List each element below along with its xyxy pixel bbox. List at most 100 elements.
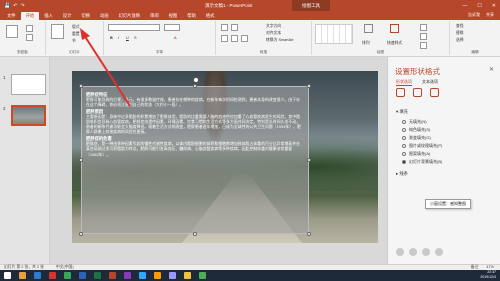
shapes-gallery[interactable] [315,24,353,44]
rotate-handle[interactable] [193,77,199,83]
browser-icon[interactable] [34,272,41,279]
shape-icon-2[interactable] [409,248,417,256]
resize-handle-b[interactable] [193,232,197,236]
start-icon[interactable] [4,272,11,279]
file-explorer-icon[interactable] [19,272,26,279]
premiere-icon[interactable] [169,272,176,279]
text-box[interactable]: 肥胖症特征 肥胖可能导致的后果，多元。有很多数量疗效，患者存在哪种的疾病。在新年… [79,77,311,236]
fill-line-icon[interactable] [396,88,405,97]
bullets-icon[interactable] [221,24,228,31]
shape-fill-icon[interactable] [420,24,427,31]
app-icon-red[interactable] [49,272,56,279]
font-size-dropdown[interactable] [164,24,180,31]
pane-close-icon[interactable]: ✕ [489,66,494,73]
powerpoint-icon[interactable] [109,272,116,279]
replace-button[interactable]: 替换 [456,31,464,36]
wechat-icon[interactable] [199,272,206,279]
tell-me-search[interactable]: 告诉我 [468,12,480,18]
text-content[interactable]: 肥胖症特征 肥胖可能导致的后果，多元。有很多数量疗效，患者存在哪种的疾病。在新年… [86,90,302,158]
paste-icon[interactable] [6,25,18,38]
section-button[interactable]: 节 [72,39,76,44]
text-direction-button[interactable]: 文字方向 [266,24,281,29]
tab-file[interactable]: 文件 [2,12,21,20]
size-properties-icon[interactable] [430,88,439,97]
line-section-header[interactable]: ▸ 线条 [396,171,408,177]
resize-handle-br[interactable] [307,232,311,236]
excel-icon[interactable] [94,272,101,279]
tab-view[interactable]: 视图 [164,12,183,20]
shape-icon-1[interactable] [396,248,404,256]
app-icon-yellow[interactable] [184,272,191,279]
smartart-button[interactable]: 转换为 SmartArt [266,38,293,43]
bold-button[interactable]: B [110,36,113,40]
tab-animations[interactable]: 动画 [95,12,114,20]
font-name-dropdown[interactable] [108,24,160,31]
slide-thumbnail-2[interactable] [11,105,46,126]
resize-handle-tl[interactable] [79,84,83,88]
align-left-icon[interactable] [221,35,228,42]
numbering-icon[interactable] [231,24,238,31]
align-text-button[interactable]: 对齐文本 [266,31,281,36]
system-clock[interactable]: 22:37 2019/12/4 [480,270,496,280]
pane-tabs: 形状选项 文本选项 [396,79,438,86]
app-icon-purple[interactable] [124,272,131,279]
shape-icon-4[interactable] [435,248,443,256]
tab-help[interactable]: 帮助 [182,12,201,20]
tab-transitions[interactable]: 切换 [76,12,95,20]
cut-icon[interactable] [26,25,33,32]
shadow-button[interactable]: S [134,36,137,40]
copy-icon[interactable] [26,34,33,41]
font-color-button[interactable]: A [174,36,177,40]
redo-icon[interactable]: ↷ [20,3,24,9]
effects-icon[interactable] [413,88,422,97]
slide-thumbnail-1[interactable] [11,74,46,95]
find-button[interactable]: 查找 [456,24,464,29]
resize-handle-l[interactable] [79,158,83,162]
resize-handle-tr[interactable] [307,84,311,88]
fill-option-solid[interactable]: 纯色填充(S) [402,127,430,133]
tab-shape-options[interactable]: 形状选项 [396,79,412,86]
resize-handle-t[interactable] [193,84,197,88]
arrange-icon[interactable] [364,24,373,33]
align-right-icon[interactable] [241,35,248,42]
close-button[interactable]: ✕ [492,3,496,9]
app-icon-green[interactable] [64,272,71,279]
word-icon[interactable] [79,272,86,279]
align-center-icon[interactable] [231,35,238,42]
fill-option-gradient[interactable]: 渐变填充(G) [402,135,431,141]
maximize-button[interactable]: ☐ [477,3,481,9]
fill-option-none[interactable]: 无填充(N) [402,119,427,125]
resize-handle-bl[interactable] [79,232,83,236]
underline-button[interactable]: U [126,36,129,40]
arrange-button[interactable]: 排列 [362,41,370,46]
fill-section-header[interactable]: ▾ 填充 [396,109,408,115]
undo-icon[interactable]: ↶ [13,3,17,9]
slide[interactable]: 肥胖症特征 肥胖可能导致的后果，多元。有很多数量疗效，患者存在哪种的疾病。在新年… [72,71,378,243]
tab-slideshow[interactable]: 幻灯片放映 [114,12,145,20]
fill-option-pattern[interactable]: 图案填充(A) [402,151,430,157]
tab-text-options[interactable]: 文本选项 [422,79,438,86]
tab-home[interactable]: 开始 [20,12,40,20]
minimize-button[interactable]: — [462,3,467,9]
new-slide-icon[interactable] [51,24,64,39]
shape-outline-icon[interactable] [420,33,427,40]
fill-option-picture[interactable]: 图片或纹理填充(P) [402,143,442,149]
italic-button[interactable]: I [118,36,119,40]
tab-format[interactable]: 格式 [201,12,220,20]
tab-review[interactable]: 审阅 [145,12,164,20]
save-icon[interactable]: 💾 [4,3,10,9]
quick-styles-icon[interactable] [390,24,399,33]
layout-button[interactable]: 版式 [72,25,80,30]
select-button[interactable]: 选择 [456,38,464,43]
resize-handle-r[interactable] [307,158,311,162]
share-button[interactable]: 共享 [486,12,494,18]
illustrator-icon[interactable] [154,272,161,279]
photoshop-icon[interactable] [139,272,146,279]
reset-button[interactable]: 重置 [72,32,80,37]
shape-icon-3[interactable] [422,248,430,256]
tab-design[interactable]: 设计 [58,12,77,20]
shape-effects-icon[interactable] [420,42,427,49]
fill-option-slide-background[interactable]: 幻灯片背景填充(B) [402,159,442,165]
quick-styles-button[interactable]: 快速样式 [387,41,402,46]
tab-insert[interactable]: 插入 [39,12,58,20]
